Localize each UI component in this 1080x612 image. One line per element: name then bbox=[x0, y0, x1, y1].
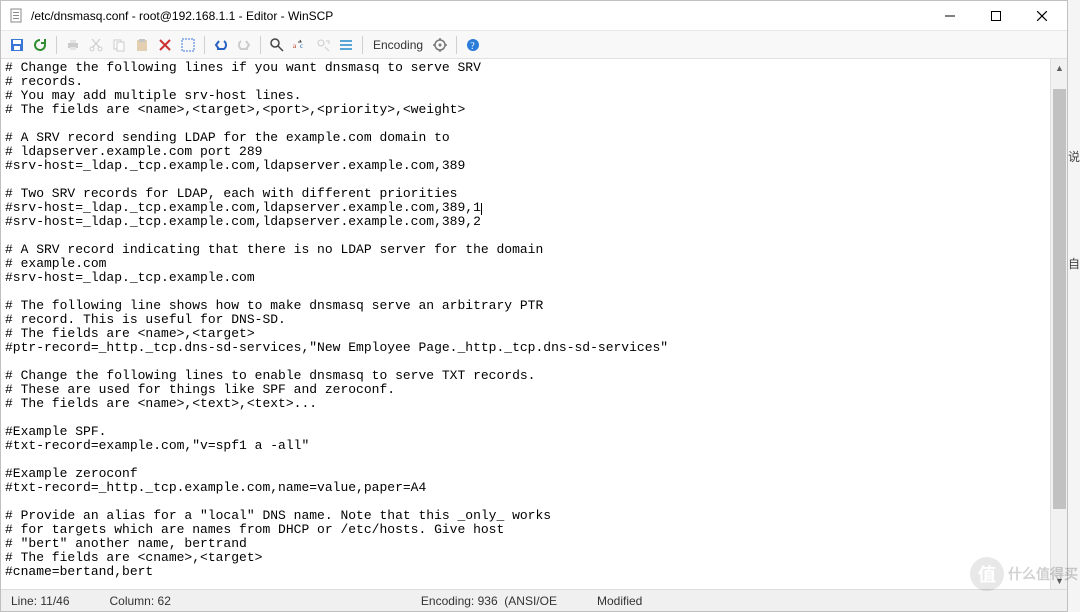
goto-button[interactable] bbox=[336, 35, 356, 55]
redo-button[interactable] bbox=[234, 35, 254, 55]
replace-button[interactable]: ac bbox=[290, 35, 310, 55]
scroll-down-arrow[interactable]: ▼ bbox=[1051, 572, 1067, 589]
svg-text:c: c bbox=[300, 42, 303, 50]
toolbar: ac Encoding ? bbox=[1, 31, 1067, 59]
svg-text:?: ? bbox=[470, 41, 475, 52]
print-button[interactable] bbox=[63, 35, 83, 55]
text-editor[interactable]: # Change the following lines if you want… bbox=[1, 59, 1050, 589]
find-next-button[interactable] bbox=[313, 35, 333, 55]
status-modified: Modified bbox=[597, 594, 642, 608]
status-column: Column: 62 bbox=[110, 594, 171, 608]
select-all-button[interactable] bbox=[178, 35, 198, 55]
cut-button[interactable] bbox=[86, 35, 106, 55]
maximize-button[interactable] bbox=[973, 1, 1019, 31]
svg-text:a: a bbox=[293, 42, 297, 50]
status-encoding: Encoding: 936 (ANSI/OE bbox=[421, 594, 557, 608]
cropped-side-text: 说 自 bbox=[1068, 148, 1080, 272]
undo-button[interactable] bbox=[211, 35, 231, 55]
encoding-settings-button[interactable] bbox=[430, 35, 450, 55]
help-button[interactable]: ? bbox=[463, 35, 483, 55]
scroll-up-arrow[interactable]: ▲ bbox=[1051, 59, 1067, 76]
app-icon bbox=[9, 8, 25, 24]
delete-button[interactable] bbox=[155, 35, 175, 55]
minimize-button[interactable] bbox=[927, 1, 973, 31]
find-button[interactable] bbox=[267, 35, 287, 55]
scroll-thumb[interactable] bbox=[1053, 89, 1066, 509]
copy-button[interactable] bbox=[109, 35, 129, 55]
paste-button[interactable] bbox=[132, 35, 152, 55]
reload-button[interactable] bbox=[30, 35, 50, 55]
titlebar: /etc/dnsmasq.conf - root@192.168.1.1 - E… bbox=[1, 1, 1067, 31]
window-title: /etc/dnsmasq.conf - root@192.168.1.1 - E… bbox=[31, 9, 333, 23]
save-button[interactable] bbox=[7, 35, 27, 55]
encoding-label: Encoding bbox=[369, 38, 427, 52]
statusbar: Line: 11/46 Column: 62 Encoding: 936 (AN… bbox=[1, 589, 1067, 611]
vertical-scrollbar[interactable]: ▲ ▼ bbox=[1050, 59, 1067, 589]
app-window: /etc/dnsmasq.conf - root@192.168.1.1 - E… bbox=[0, 0, 1068, 612]
status-line: Line: 11/46 bbox=[11, 594, 70, 608]
close-button[interactable] bbox=[1019, 1, 1065, 31]
